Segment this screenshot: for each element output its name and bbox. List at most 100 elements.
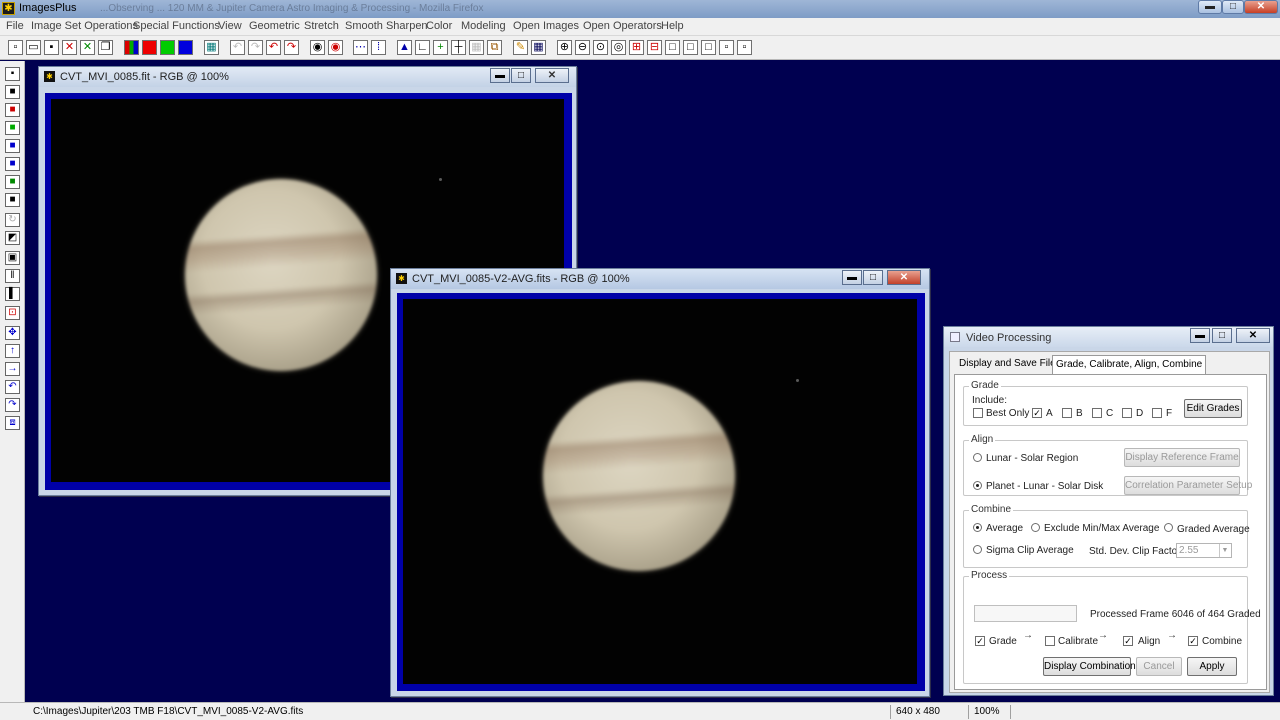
dotted-line-icon[interactable]: ⋯	[353, 40, 368, 55]
red-layer-icon[interactable]: ■	[5, 103, 20, 117]
menu-modeling[interactable]: Modeling	[461, 20, 506, 32]
grade-c-checkbox[interactable]	[1092, 408, 1102, 418]
arrow-up-icon[interactable]: ↑	[5, 344, 20, 358]
menu-file[interactable]: File	[6, 20, 24, 32]
record-icon[interactable]: ◉	[310, 40, 325, 55]
graded-average-radio[interactable]	[1164, 523, 1173, 532]
dialog-maximize-button[interactable]: □	[1212, 328, 1232, 343]
frame-dot-icon[interactable]: ▫	[737, 40, 752, 55]
image-canvas[interactable]	[403, 299, 917, 684]
frame-medium-icon[interactable]: □	[683, 40, 698, 55]
menu-image-set-operations[interactable]: Image Set Operations	[31, 20, 138, 32]
blue-layer-icon[interactable]: ■	[5, 139, 20, 153]
blue-channel-icon[interactable]	[178, 40, 193, 55]
undo-disabled-icon[interactable]: ↶	[230, 40, 245, 55]
zoom-out-icon[interactable]: ⊖	[575, 40, 590, 55]
table-icon[interactable]: ▦	[531, 40, 546, 55]
layer-green-stack-icon[interactable]: ■	[5, 175, 20, 189]
save-icon[interactable]: ▪	[44, 40, 59, 55]
edit-grades-button[interactable]: Edit Grades	[1184, 399, 1242, 418]
redo-icon[interactable]: ↷	[284, 40, 299, 55]
zoom-actual-icon[interactable]: ◎	[611, 40, 626, 55]
combine-step-checkbox[interactable]: ✓	[1188, 636, 1198, 646]
undo-icon[interactable]: ↶	[266, 40, 281, 55]
grade-f-checkbox[interactable]	[1152, 408, 1162, 418]
copy-icon[interactable]: ❐	[98, 40, 113, 55]
open-folder-icon[interactable]: ▭	[26, 40, 41, 55]
menu-smooth-sharpen[interactable]: Smooth Sharpen	[345, 20, 428, 32]
tab-display-save[interactable]: Display and Save Files	[956, 355, 1064, 375]
menu-geometric[interactable]: Geometric	[249, 20, 300, 32]
correlation-setup-button[interactable]: Correlation Parameter Setup	[1124, 476, 1252, 495]
stop-record-icon[interactable]: ◉	[328, 40, 343, 55]
zoom-fit-icon[interactable]: ⊙	[593, 40, 608, 55]
columns-icon[interactable]: ‖	[5, 269, 20, 283]
window-caption[interactable]: ✱ CVT_MVI_0085.fit - RGB @ 100% ▬ □ ✕	[39, 67, 576, 87]
display-reference-frame-button[interactable]: Display Reference Frame	[1124, 448, 1240, 467]
close-all-icon[interactable]: ✕	[80, 40, 95, 55]
subtract-icon[interactable]: ⊟	[647, 40, 662, 55]
cancel-button[interactable]: Cancel	[1136, 657, 1182, 676]
close-button[interactable]: ✕	[1244, 0, 1278, 14]
grid-disabled-icon[interactable]: ▦	[469, 40, 484, 55]
layer-stack-icon[interactable]: ■	[5, 157, 20, 171]
menu-open-operators[interactable]: Open Operators	[583, 20, 662, 32]
gradient-icon[interactable]: ◩	[5, 231, 20, 245]
menu-stretch[interactable]: Stretch	[304, 20, 339, 32]
curve-icon[interactable]: ∟	[415, 40, 430, 55]
menu-view[interactable]: View	[218, 20, 242, 32]
add-icon[interactable]: ⊞	[629, 40, 644, 55]
clip-factor-dropdown[interactable]: 2.55 ▼	[1176, 543, 1232, 558]
window-maximize-button[interactable]: □	[511, 68, 531, 83]
dialog-close-button[interactable]: ✕	[1236, 328, 1270, 343]
black-square-icon[interactable]: ■	[5, 85, 20, 99]
black-bar-icon[interactable]: ▌	[5, 287, 20, 301]
green-channel-icon[interactable]	[160, 40, 175, 55]
rgb-channels-icon[interactable]	[124, 40, 139, 55]
menu-open-images[interactable]: Open Images	[513, 20, 579, 32]
menu-special-functions[interactable]: Special Functions	[133, 20, 220, 32]
crosshair-thin-icon[interactable]: ┼	[451, 40, 466, 55]
window-minimize-button[interactable]: ▬	[842, 270, 862, 285]
tab-grade-calibrate[interactable]: Grade, Calibrate, Align, Combine	[1052, 355, 1207, 375]
maximize-button[interactable]: □	[1222, 0, 1244, 14]
grade-step-checkbox[interactable]: ✓	[975, 636, 985, 646]
window-maximize-button[interactable]: □	[863, 270, 883, 285]
lunar-region-radio[interactable]	[973, 453, 982, 462]
red-channel-icon[interactable]	[142, 40, 157, 55]
best-only-checkbox[interactable]	[973, 408, 983, 418]
mask-icon[interactable]: ⧉	[487, 40, 502, 55]
select-box-icon[interactable]: ▣	[5, 251, 20, 265]
window-minimize-button[interactable]: ▬	[490, 68, 510, 83]
close-image-icon[interactable]: ✕	[62, 40, 77, 55]
frame-small-icon[interactable]: □	[701, 40, 716, 55]
green-layer-icon[interactable]: ■	[5, 121, 20, 135]
window-close-button[interactable]: ✕	[887, 270, 921, 285]
pencil-icon[interactable]: ✎	[513, 40, 528, 55]
rotate-disabled-icon[interactable]: ↻	[5, 213, 20, 227]
redo-disabled-icon[interactable]: ↷	[248, 40, 263, 55]
rotate-right-icon[interactable]: ↷	[5, 398, 20, 412]
exclude-minmax-radio[interactable]	[1031, 523, 1040, 532]
frame-large-icon[interactable]: □	[665, 40, 680, 55]
image-window-averaged[interactable]: ✱ CVT_MVI_0085-V2-AVG.fits - RGB @ 100% …	[390, 268, 930, 697]
arrow-right-icon[interactable]: →	[5, 362, 20, 376]
align-step-checkbox[interactable]: ✓	[1123, 636, 1133, 646]
frame-tiny-icon[interactable]: ▫	[719, 40, 734, 55]
average-radio[interactable]	[973, 523, 982, 532]
grade-a-checkbox[interactable]: ✓	[1032, 408, 1042, 418]
dialog-caption[interactable]: Video Processing ▬ □ ✕	[944, 327, 1273, 347]
grid-icon[interactable]: ▦	[204, 40, 219, 55]
sigma-clip-radio[interactable]	[973, 545, 982, 554]
point-select-icon[interactable]: ⁞	[371, 40, 386, 55]
zoom-in-icon[interactable]: ⊕	[557, 40, 572, 55]
new-file-icon[interactable]: ▫	[8, 40, 23, 55]
planet-disk-radio[interactable]	[973, 481, 982, 490]
apply-button[interactable]: Apply	[1187, 657, 1237, 676]
window-close-button[interactable]: ✕	[535, 68, 569, 83]
rotate-left-icon[interactable]: ↶	[5, 380, 20, 394]
save-icon[interactable]: ▪	[5, 67, 20, 81]
move-icon[interactable]: ✥	[5, 326, 20, 340]
chevron-down-icon[interactable]: ▼	[1219, 544, 1230, 557]
display-combination-button[interactable]: Display Combination	[1043, 657, 1136, 676]
